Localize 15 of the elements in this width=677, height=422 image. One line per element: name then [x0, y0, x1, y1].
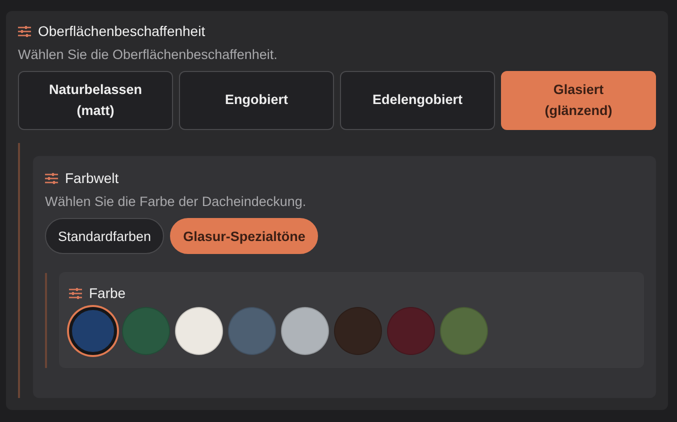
- section-title: Oberflächenbeschaffenheit: [38, 23, 206, 39]
- sliders-icon: [69, 288, 82, 298]
- color-range-pill[interactable]: Standardfarben: [45, 218, 164, 254]
- finish-option[interactable]: Naturbelassen (matt): [18, 71, 174, 130]
- subsection-title: Farbwelt: [65, 170, 119, 186]
- color-title: Farbe: [89, 285, 126, 301]
- sliders-icon: [18, 26, 31, 36]
- section-description: Wählen Sie die Oberflächenbeschaffenheit.: [18, 47, 278, 62]
- subsection-description: Wählen Sie die Farbe der Dacheindeckung.: [45, 194, 308, 209]
- finish-option[interactable]: Engobiert: [179, 71, 334, 130]
- color-range-pill[interactable]: Glasur-Spezialtöne: [170, 218, 318, 254]
- finish-option[interactable]: Edelengobiert: [340, 71, 496, 130]
- color-swatch[interactable]: [69, 307, 117, 355]
- finish-option[interactable]: Glasiert (glänzend): [501, 71, 656, 130]
- sliders-icon: [45, 172, 58, 184]
